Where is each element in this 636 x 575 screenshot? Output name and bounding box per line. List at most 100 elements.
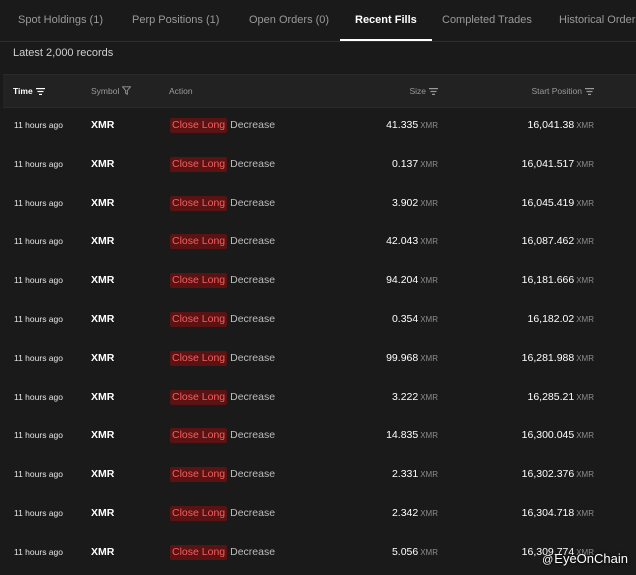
table-row[interactable]: 11 hours ago XMR Close Long Decrease 94.2… bbox=[0, 261, 636, 300]
fill-symbol[interactable]: XMR bbox=[91, 416, 114, 455]
fill-start-unit: XMR bbox=[576, 159, 594, 169]
fill-size: 42.043 XMR bbox=[386, 222, 438, 261]
fill-symbol[interactable]: XMR bbox=[91, 378, 114, 417]
table-row[interactable]: 11 hours ago XMR Close Long Decrease 2.34… bbox=[0, 494, 636, 533]
records-count-label: Latest 2,000 records bbox=[13, 47, 114, 59]
action-direction: Decrease bbox=[230, 429, 276, 442]
tab-historical-orders[interactable]: Historical Orders bbox=[559, 0, 636, 41]
fill-symbol[interactable]: XMR bbox=[91, 455, 114, 494]
fill-size: 2.331 XMR bbox=[392, 455, 438, 494]
table-row[interactable]: 11 hours ago XMR Close Long Decrease 14.8… bbox=[0, 416, 636, 455]
fill-time: 11 hours ago bbox=[14, 158, 63, 169]
action-direction: Decrease bbox=[230, 196, 276, 209]
fill-symbol[interactable]: XMR bbox=[91, 300, 114, 339]
tab-open-orders[interactable]: Open Orders (0) bbox=[249, 0, 329, 41]
fill-time: 11 hours ago bbox=[14, 508, 63, 518]
fill-symbol[interactable]: XMR bbox=[91, 184, 114, 223]
table-row[interactable]: 11 hours ago XMR Close Long Decrease 0.35… bbox=[0, 300, 636, 339]
fill-size: 3.902 XMR bbox=[392, 184, 438, 223]
column-header-time-label: Time bbox=[13, 86, 33, 96]
filter-icon[interactable] bbox=[121, 76, 132, 108]
close-long-badge: Close Long bbox=[170, 195, 228, 211]
fill-symbol[interactable]: XMR bbox=[91, 261, 114, 300]
column-header-action: Action bbox=[169, 86, 193, 96]
fill-start-value: 16,302.376 bbox=[521, 468, 575, 481]
fill-size-unit: XMR bbox=[420, 470, 438, 480]
close-long-badge: Close Long bbox=[170, 118, 228, 133]
fill-symbol[interactable]: XMR bbox=[91, 494, 114, 533]
fill-size-value: 99.968 bbox=[386, 351, 419, 364]
fill-size: 0.137 XMR bbox=[392, 145, 438, 184]
fill-size-unit: XMR bbox=[420, 237, 438, 247]
fill-start-unit: XMR bbox=[576, 276, 594, 286]
fill-start-unit: XMR bbox=[576, 198, 594, 208]
table-row[interactable]: 11 hours ago XMR Close Long Decrease 41.3… bbox=[0, 106, 636, 145]
fill-symbol[interactable]: XMR bbox=[91, 222, 114, 261]
fill-action: Close Long Decrease bbox=[170, 300, 275, 339]
table-row[interactable]: 11 hours ago XMR Close Long Decrease 3.22… bbox=[0, 378, 636, 417]
fill-symbol[interactable]: XMR bbox=[91, 145, 114, 184]
table-row[interactable]: 11 hours ago XMR Close Long Decrease 0.13… bbox=[0, 145, 636, 184]
fill-symbol[interactable]: XMR bbox=[91, 533, 114, 572]
sort-icon[interactable] bbox=[35, 76, 45, 108]
fill-start-value: 16,281.988 bbox=[521, 351, 575, 364]
fill-action: Close Long Decrease bbox=[170, 378, 275, 417]
fill-action: Close Long Decrease bbox=[170, 145, 275, 184]
tab-completed-trades[interactable]: Completed Trades bbox=[442, 0, 532, 41]
table-row[interactable]: 11 hours ago XMR Close Long Decrease 2.33… bbox=[0, 455, 636, 494]
fill-action: Close Long Decrease bbox=[170, 455, 275, 494]
action-direction: Decrease bbox=[230, 390, 276, 403]
sort-icon[interactable] bbox=[585, 76, 594, 108]
column-header-size-label: Size bbox=[409, 86, 426, 96]
fill-size: 0.354 XMR bbox=[392, 300, 438, 339]
fill-symbol[interactable]: XMR bbox=[91, 339, 114, 378]
close-long-badge: Close Long bbox=[170, 156, 228, 172]
fill-size-value: 14.835 bbox=[386, 429, 419, 442]
close-long-badge: Close Long bbox=[170, 389, 228, 405]
fill-time: 11 hours ago bbox=[14, 275, 63, 286]
fill-size-unit: XMR bbox=[420, 392, 438, 402]
fill-start-value: 16,087.462 bbox=[521, 235, 575, 248]
table-row[interactable]: 11 hours ago XMR Close Long Decrease 3.90… bbox=[0, 184, 636, 223]
fill-action: Close Long Decrease bbox=[170, 416, 275, 455]
fill-time: 11 hours ago bbox=[14, 314, 63, 324]
tab-spot-holdings[interactable]: Spot Holdings (1) bbox=[18, 0, 103, 41]
fill-start-unit: XMR bbox=[576, 315, 594, 324]
fill-action: Close Long Decrease bbox=[170, 494, 275, 533]
table-row[interactable]: 11 hours ago XMR Close Long Decrease 99.9… bbox=[0, 339, 636, 378]
table-row[interactable]: 11 hours ago XMR Close Long Decrease 5.05… bbox=[0, 533, 636, 572]
column-header-start-position[interactable]: Start Position bbox=[531, 75, 594, 107]
fill-start-value: 16,045.419 bbox=[521, 196, 575, 209]
table-row[interactable]: 11 hours ago XMR Close Long Decrease 42.0… bbox=[0, 222, 636, 261]
column-header-time[interactable]: Time bbox=[13, 75, 45, 107]
sort-icon[interactable] bbox=[429, 76, 438, 108]
watermark-at-sign: @ bbox=[542, 554, 554, 566]
fill-action: Close Long Decrease bbox=[170, 261, 275, 300]
action-direction: Decrease bbox=[230, 468, 276, 481]
fill-start-position: 16,087.462 XMR bbox=[522, 222, 594, 261]
table-header: Time Symbol Action Size Start Position bbox=[3, 74, 636, 108]
column-header-symbol[interactable]: Symbol bbox=[91, 75, 132, 108]
fill-start-unit: XMR bbox=[576, 353, 594, 363]
action-direction: Decrease bbox=[230, 351, 276, 364]
tab-recent-fills[interactable]: Recent Fills bbox=[340, 0, 432, 41]
fill-time: 11 hours ago bbox=[14, 430, 63, 441]
fill-start-position: 16,181.666 XMR bbox=[522, 261, 594, 300]
fill-size: 94.204 XMR bbox=[386, 261, 438, 300]
fill-start-unit: XMR bbox=[576, 392, 594, 402]
fill-size-unit: XMR bbox=[420, 159, 438, 169]
fill-symbol[interactable]: XMR bbox=[91, 106, 114, 145]
column-header-size[interactable]: Size bbox=[409, 75, 438, 107]
fill-size-value: 42.043 bbox=[386, 235, 419, 248]
fill-size: 3.222 XMR bbox=[392, 378, 438, 417]
tab-perp-positions[interactable]: Perp Positions (1) bbox=[132, 0, 219, 41]
fill-size-unit: XMR bbox=[420, 198, 438, 208]
fill-size-unit: XMR bbox=[420, 509, 438, 518]
fill-start-position: 16,041.517 XMR bbox=[522, 145, 594, 184]
fill-size-value: 0.137 bbox=[391, 157, 419, 170]
close-long-badge: Close Long bbox=[170, 506, 228, 521]
fill-time: 11 hours ago bbox=[14, 352, 63, 363]
watermark: @EyeOnChain bbox=[542, 551, 628, 566]
fill-time: 11 hours ago bbox=[14, 236, 63, 247]
fill-size: 5.056 XMR bbox=[392, 533, 438, 572]
